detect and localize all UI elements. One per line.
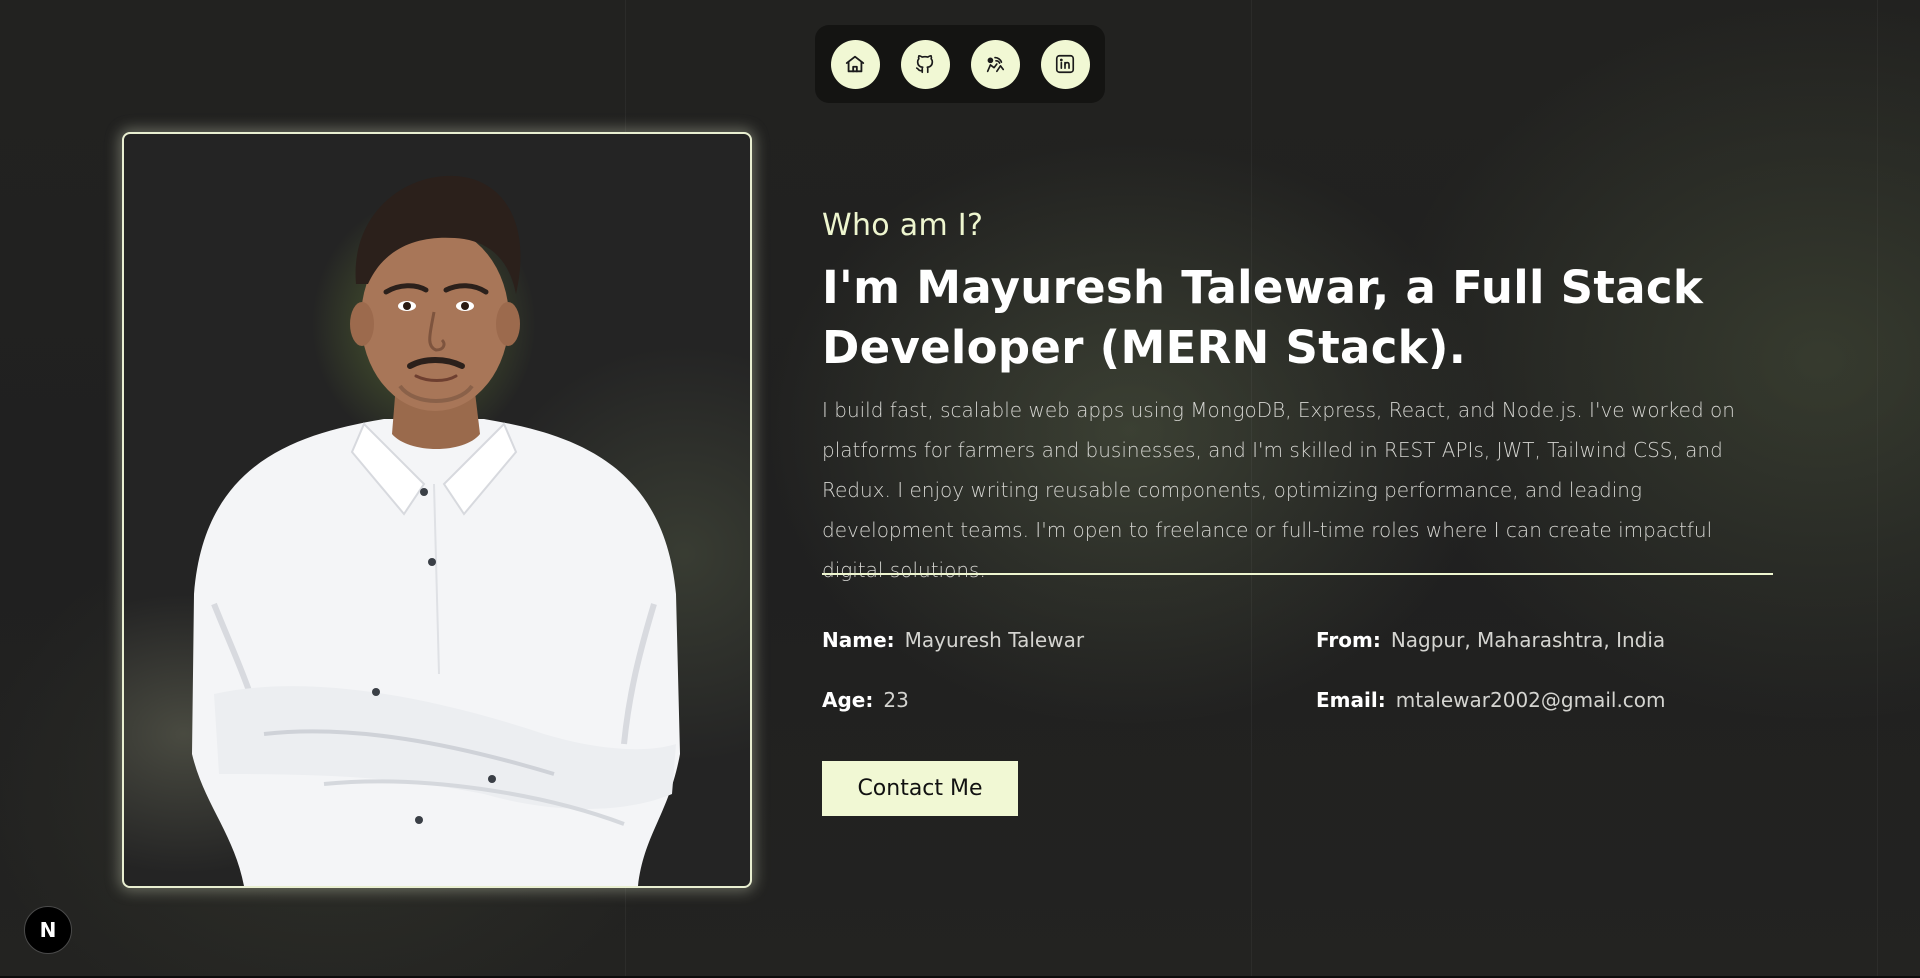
- top-nav: [815, 25, 1105, 103]
- info-name-value: Mayuresh Talewar: [904, 628, 1085, 652]
- info-name-label: Name:: [822, 628, 895, 652]
- nav-github-button[interactable]: [900, 39, 950, 89]
- linkedin-icon: [1055, 54, 1075, 74]
- info-from-value: Nagpur, Maharashtra, India: [1390, 628, 1666, 652]
- headline-line-2: Developer (MERN Stack).: [822, 321, 1467, 374]
- info-from-label: From:: [1316, 628, 1381, 652]
- info-from: From: Nagpur, Maharashtra, India: [1316, 628, 1665, 652]
- nextjs-badge[interactable]: N: [24, 906, 72, 954]
- home-icon: [845, 55, 865, 73]
- nav-skills-button[interactable]: [970, 39, 1020, 89]
- headline-line-1: I'm Mayuresh Talewar, a Full Stack: [822, 261, 1704, 314]
- contact-me-button[interactable]: Contact Me: [822, 761, 1018, 816]
- info-email-label: Email:: [1316, 688, 1386, 712]
- skills-icon: [986, 56, 1005, 73]
- info-name: Name: Mayuresh Talewar: [822, 628, 1084, 652]
- profile-portrait-illustration: [192, 175, 680, 886]
- section-divider: [822, 573, 1773, 575]
- info-age: Age: 23: [822, 688, 909, 712]
- info-age-value: 23: [883, 688, 909, 712]
- profile-photo: [122, 132, 752, 888]
- background-grid-line: [1877, 0, 1878, 978]
- nav-home-button[interactable]: [830, 39, 880, 89]
- bio-paragraph: I build fast, scalable web apps using Mo…: [822, 398, 1735, 582]
- page-headline: I'm Mayuresh Talewar, a Full Stack Devel…: [822, 258, 1722, 378]
- info-email-value[interactable]: mtalewar2002@gmail.com: [1396, 688, 1666, 712]
- github-icon: [915, 54, 934, 74]
- nav-linkedin-button[interactable]: [1040, 39, 1090, 89]
- section-eyebrow: Who am I?: [822, 208, 984, 243]
- info-age-label: Age:: [822, 688, 874, 712]
- info-email: Email: mtalewar2002@gmail.com: [1316, 688, 1666, 712]
